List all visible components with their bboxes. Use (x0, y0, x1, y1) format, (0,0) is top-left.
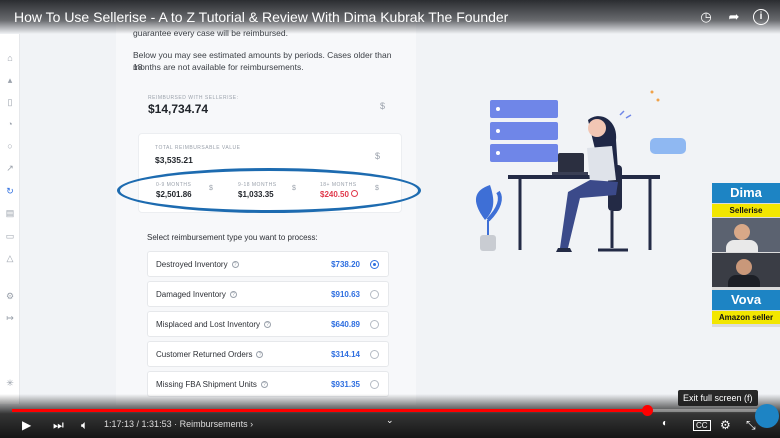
message-icon[interactable]: ○ (4, 140, 16, 152)
chevron-up-icon[interactable]: ⌄ (386, 415, 394, 426)
dollar-icon: $ (380, 101, 386, 111)
play-icon[interactable]: ▶ (22, 418, 31, 432)
option-value: $640.89 (331, 320, 360, 329)
woman-at-desk-illustration (475, 90, 686, 252)
guest-video (712, 253, 780, 287)
reimbursement-option[interactable]: Misplaced and Lost Inventory? $640.89 (147, 311, 389, 337)
exit-fullscreen-icon[interactable]: ⤡ (746, 418, 756, 433)
progress-scrubber[interactable] (642, 405, 654, 416)
host-video (712, 218, 780, 252)
time-display: 1:17:13 / 1:31:53 · Reimbursements › (104, 419, 254, 429)
help-icon: ? (229, 291, 237, 299)
volume-icon[interactable]: 🔈︎ (81, 418, 88, 433)
share-icon[interactable]: ➦ (726, 9, 742, 25)
guest-company: Amazon seller (712, 311, 780, 324)
clipboard-icon[interactable]: ▯ (4, 96, 16, 108)
refresh-icon[interactable]: ↻ (4, 185, 16, 197)
chat-widget-icon[interactable] (755, 404, 779, 428)
option-name: Customer Returned Orders? (156, 350, 264, 359)
chart-icon[interactable]: ▴ (4, 74, 16, 86)
select-prompt: Select reimbursement type you want to pr… (147, 233, 318, 242)
option-radio[interactable] (370, 380, 379, 389)
reimbursement-option[interactable]: Customer Returned Orders? $314.14 (147, 341, 389, 367)
reimbursement-option[interactable]: Destroyed Inventory? $738.20 (147, 251, 389, 277)
help-icon: ? (231, 261, 239, 269)
reimbursed-label: REIMBURSED WITH SELLERISE: (148, 95, 239, 101)
autoplay-toggle-icon[interactable]: ◐ (662, 418, 668, 429)
option-name: Misplaced and Lost Inventory? (156, 320, 272, 329)
host-company: Sellerise (712, 204, 780, 217)
option-value: $738.20 (331, 260, 360, 269)
total-value: $3,535.21 (155, 155, 193, 165)
chapter-title: Reimbursements (179, 419, 248, 429)
option-name: Destroyed Inventory? (156, 260, 239, 269)
dollar-icon: $ (375, 151, 381, 161)
webcam-overlay: Dima Sellerise Vova Amazon seller (712, 183, 780, 327)
app-sidebar: ⌂ ▴ ▯ ◔ ○ ↗ ↻ ▤ ▭ △ ⚙ ↦ ✳ (0, 34, 20, 404)
warning-icon[interactable]: △ (4, 252, 16, 264)
option-value: $910.63 (331, 290, 360, 299)
help-icon: ? (260, 381, 268, 389)
sparkle-icon[interactable]: ✳ (4, 377, 16, 389)
help-icon: ? (256, 351, 264, 359)
next-icon[interactable]: ⏭ (53, 418, 64, 433)
option-name: Damaged Inventory? (156, 290, 237, 299)
reimbursement-option[interactable]: Damaged Inventory? $910.63 (147, 281, 389, 307)
exit-fullscreen-tooltip: Exit full screen (f) (678, 390, 758, 406)
option-radio[interactable] (370, 320, 379, 329)
progress-played (12, 409, 648, 412)
host-name: Dima (712, 183, 780, 203)
option-radio[interactable] (370, 350, 379, 359)
option-radio[interactable] (370, 260, 379, 269)
clock-icon[interactable]: ◷ (698, 9, 714, 25)
help-icon: ? (264, 321, 272, 329)
subtitles-icon[interactable]: CC (693, 420, 711, 431)
guest-name: Vova (712, 290, 780, 310)
video-title[interactable]: How To Use Sellerise - A to Z Tutorial &… (14, 9, 508, 25)
settings-icon[interactable]: ⚙ (4, 290, 16, 302)
truck-icon[interactable]: ▭ (4, 230, 16, 242)
option-value: $314.14 (331, 350, 360, 359)
progress-bar[interactable] (12, 405, 768, 416)
info-icon[interactable]: i (753, 9, 769, 25)
option-value: $931.35 (331, 380, 360, 389)
option-radio[interactable] (370, 290, 379, 299)
total-label: TOTAL REIMBURSABLE VALUE (155, 145, 241, 151)
trend-icon[interactable]: ↗ (4, 162, 16, 174)
document-icon[interactable]: ▤ (4, 207, 16, 219)
home-icon[interactable]: ⌂ (4, 52, 16, 64)
option-name: Missing FBA Shipment Units? (156, 380, 268, 389)
reimbursed-value: $14,734.74 (148, 102, 209, 116)
bell-icon[interactable]: ◔ (4, 118, 16, 130)
settings-icon[interactable]: ⚙ (720, 418, 731, 432)
logout-icon[interactable]: ↦ (4, 312, 16, 324)
video-frame[interactable]: ⌂ ▴ ▯ ◔ ○ ↗ ↻ ▤ ▭ △ ⚙ ↦ ✳ guarantee ever… (0, 0, 780, 438)
video-title-bar: How To Use Sellerise - A to Z Tutorial &… (0, 0, 780, 34)
annotation-ellipse (117, 168, 421, 213)
intro-text: months are not available for reimburseme… (133, 62, 304, 72)
